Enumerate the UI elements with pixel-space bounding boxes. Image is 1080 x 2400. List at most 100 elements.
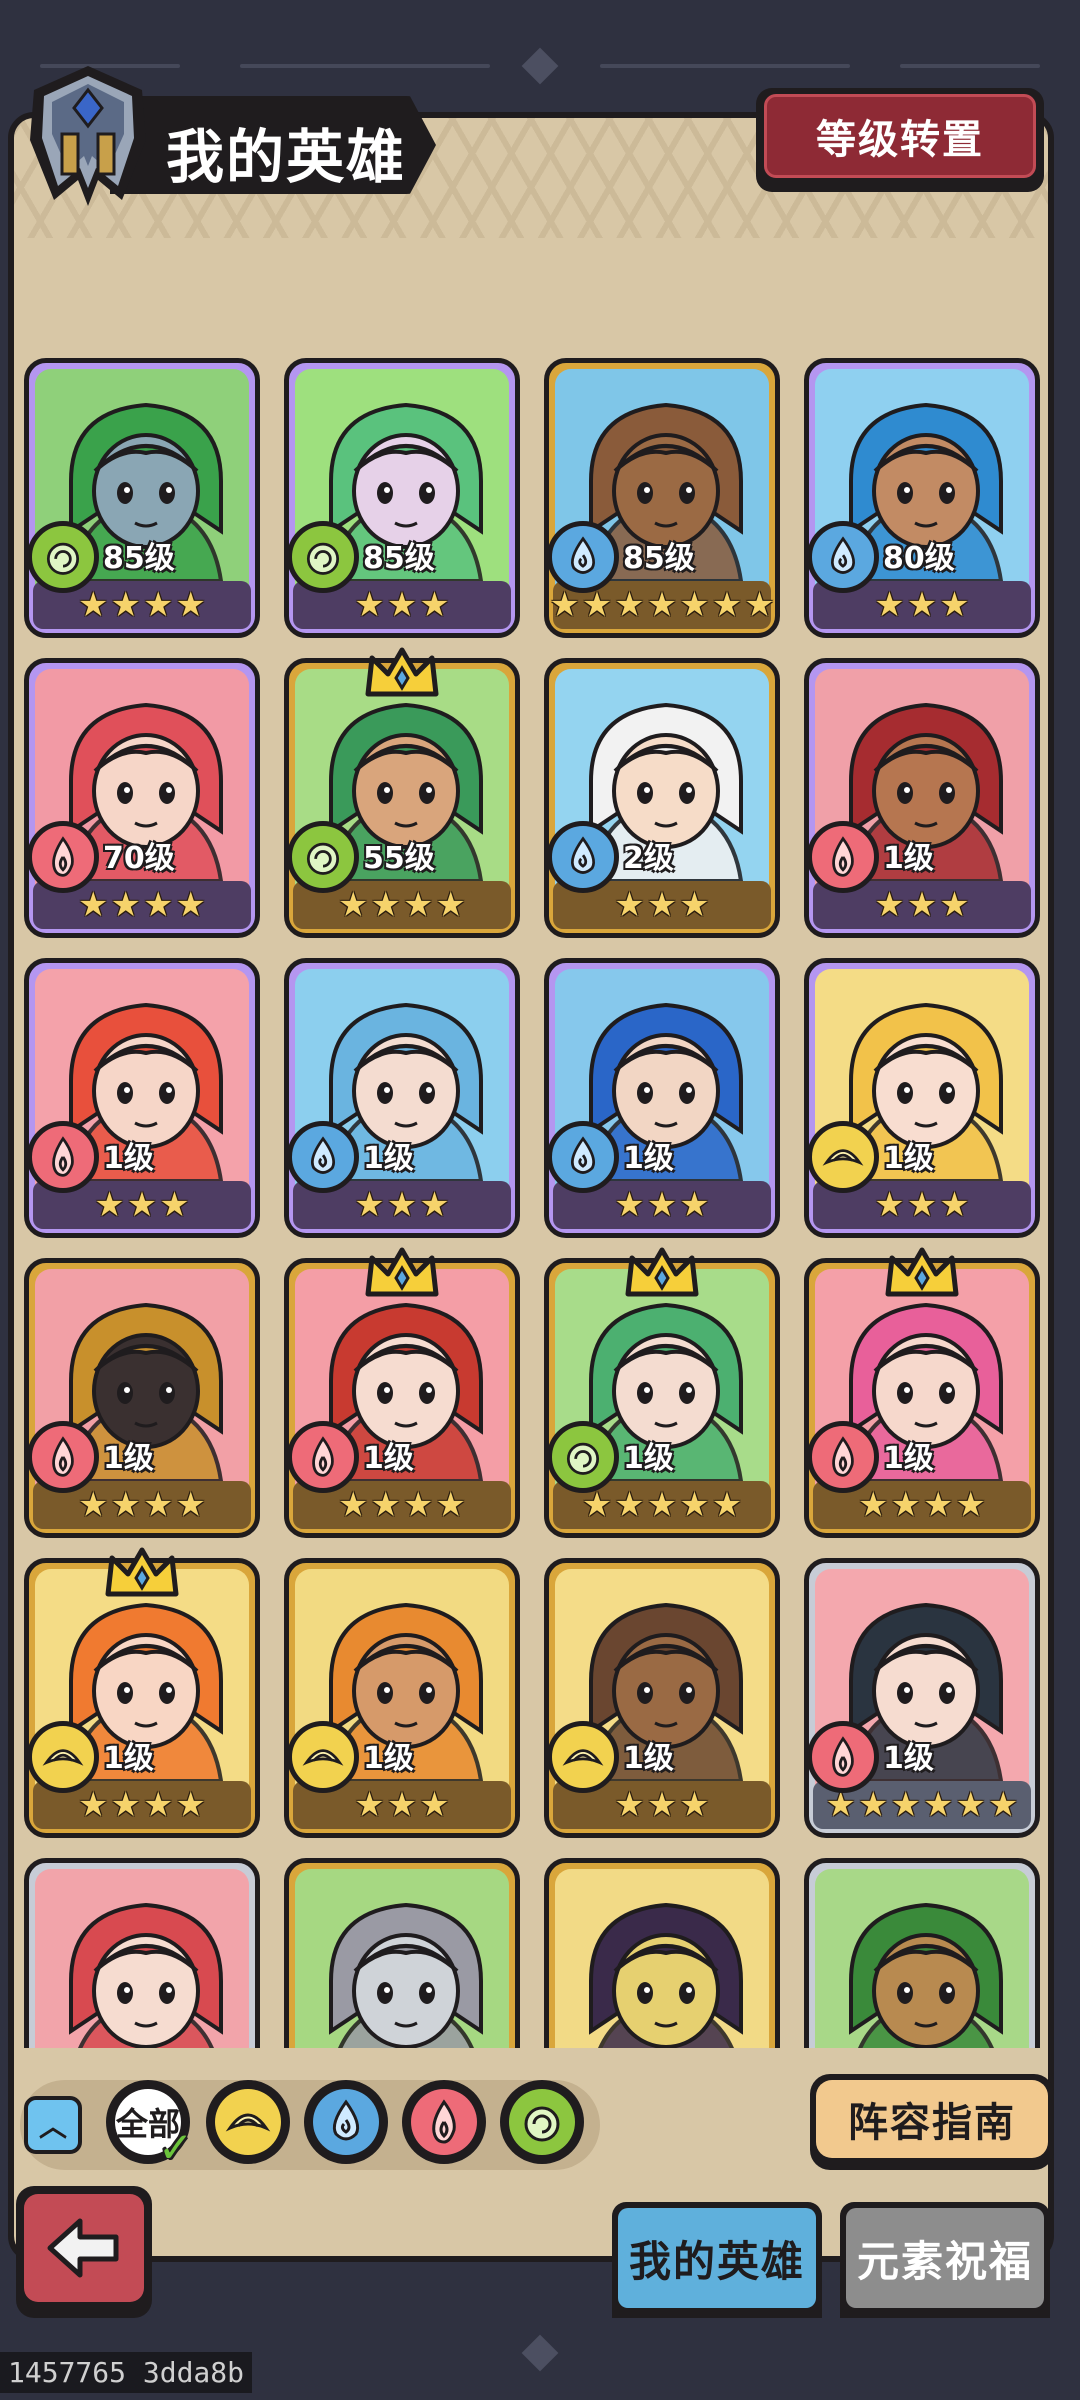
hero-level: 55级 bbox=[363, 841, 435, 876]
star-icon: ★ bbox=[175, 1785, 206, 1825]
star-icon: ★ bbox=[744, 585, 775, 625]
lineup-guide-button[interactable]: 阵容指南 bbox=[810, 2074, 1054, 2170]
light-element-icon bbox=[809, 1121, 879, 1193]
star-icon: ★ bbox=[435, 885, 466, 925]
crown-icon bbox=[105, 1547, 179, 1597]
fire-element-icon bbox=[809, 1721, 879, 1793]
collapse-chevron-up-icon[interactable]: ︿ bbox=[24, 2096, 82, 2154]
hero-level: 85级 bbox=[103, 541, 175, 576]
hero-level: 1级 bbox=[883, 1141, 934, 1176]
hero-level: 1级 bbox=[623, 1441, 674, 1476]
tab-my-heroes[interactable]: 我的英雄 bbox=[612, 2202, 822, 2318]
hero-card[interactable]: ★ ★ ★ ★ 1级 bbox=[24, 1558, 260, 1838]
hero-card[interactable]: ★ ★ ★ 2级 bbox=[544, 658, 780, 938]
hero-level: 85级 bbox=[363, 541, 435, 576]
hero-card[interactable]: ★ ★ ★ ★ ★ 1级 bbox=[544, 1258, 780, 1538]
star-icon: ★ bbox=[143, 885, 174, 925]
fire-element-icon bbox=[289, 1421, 359, 1493]
build-id: 1457765 3dda8b bbox=[0, 2352, 253, 2393]
star-icon: ★ bbox=[679, 585, 710, 625]
filter-fire-button[interactable] bbox=[402, 2080, 486, 2164]
fire-element-icon bbox=[29, 1421, 99, 1493]
star-icon: ★ bbox=[955, 1485, 986, 1525]
crown-icon bbox=[625, 1247, 699, 1297]
hero-card[interactable]: ★ ★ ★ ★ 1级 bbox=[284, 1258, 520, 1538]
hero-card[interactable]: ★ ★ ★ 1级 bbox=[544, 1558, 780, 1838]
star-icon: ★ bbox=[646, 585, 678, 625]
hero-card[interactable]: ★ ★ ★ 85级 bbox=[284, 358, 520, 638]
star-icon: ★ bbox=[110, 885, 141, 925]
level-reset-button[interactable]: 等级转置 bbox=[756, 88, 1044, 192]
water-element-icon bbox=[549, 1121, 619, 1193]
hero-card[interactable] bbox=[804, 1858, 1040, 2048]
star-icon: ★ bbox=[874, 1185, 905, 1225]
star-icon: ★ bbox=[646, 1785, 678, 1825]
hero-card[interactable]: ★ ★ ★ 1级 bbox=[24, 958, 260, 1238]
hero-level: 1级 bbox=[883, 841, 934, 876]
back-button[interactable] bbox=[16, 2186, 152, 2318]
hero-card[interactable]: ★ ★ ★ 80级 bbox=[804, 358, 1040, 638]
star-icon: ★ bbox=[435, 1485, 466, 1525]
star-icon: ★ bbox=[939, 585, 970, 625]
level-reset-label: 等级转置 bbox=[764, 94, 1036, 178]
star-icon: ★ bbox=[386, 585, 418, 625]
water-element-icon bbox=[549, 821, 619, 893]
star-icon: ★ bbox=[646, 1485, 678, 1525]
star-icon: ★ bbox=[159, 1185, 190, 1225]
hero-card[interactable]: ★ ★ ★ ★ 1级 bbox=[804, 1258, 1040, 1538]
helmet-icon bbox=[30, 66, 146, 206]
star-icon: ★ bbox=[923, 1785, 954, 1825]
star-icon: ★ bbox=[581, 1485, 613, 1525]
hero-card[interactable] bbox=[284, 1858, 520, 2048]
tab-my-heroes-label: 我的英雄 bbox=[618, 2208, 816, 2308]
nature-element-icon bbox=[29, 521, 99, 593]
hero-card[interactable]: ★ ★ ★ ★ 85级 bbox=[24, 358, 260, 638]
lineup-guide-label: 阵容指南 bbox=[816, 2080, 1048, 2158]
star-icon: ★ bbox=[679, 885, 710, 925]
hero-card[interactable]: ★ ★ ★ 1级 bbox=[804, 658, 1040, 938]
hero-level: 1级 bbox=[103, 1141, 154, 1176]
star-icon: ★ bbox=[338, 885, 369, 925]
hero-card[interactable] bbox=[544, 1858, 780, 2048]
hero-card[interactable] bbox=[24, 1858, 260, 2048]
hero-card[interactable]: ★ ★ ★ ★ ★ ★ ★ 85级 bbox=[544, 358, 780, 638]
hero-card[interactable]: ★ ★ ★ 1级 bbox=[804, 958, 1040, 1238]
nature-element-icon bbox=[549, 1421, 619, 1493]
filter-light-button[interactable] bbox=[206, 2080, 290, 2164]
hero-card[interactable]: ★ ★ ★ ★ 55级 bbox=[284, 658, 520, 938]
filter-nature-button[interactable] bbox=[500, 2080, 584, 2164]
fire-element-icon bbox=[809, 1421, 879, 1493]
star-icon: ★ bbox=[614, 1485, 645, 1525]
star-icon: ★ bbox=[679, 1785, 710, 1825]
star-icon: ★ bbox=[419, 1785, 450, 1825]
hero-card[interactable]: ★ ★ ★ 1级 bbox=[284, 958, 520, 1238]
fire-element-icon bbox=[29, 1121, 99, 1193]
hero-portrait bbox=[329, 1902, 483, 2048]
hero-card[interactable]: ★ ★ ★ 1级 bbox=[284, 1558, 520, 1838]
hero-portrait bbox=[69, 1902, 223, 2048]
star-icon: ★ bbox=[370, 885, 401, 925]
star-icon: ★ bbox=[581, 585, 613, 625]
star-icon: ★ bbox=[143, 1485, 174, 1525]
hero-level: 1级 bbox=[103, 1741, 154, 1776]
checkmark-icon: ✓ bbox=[158, 2123, 194, 2172]
hero-level: 1级 bbox=[363, 1741, 414, 1776]
hero-card[interactable]: ★ ★ ★ ★ ★ ★ 1级 bbox=[804, 1558, 1040, 1838]
star-icon: ★ bbox=[78, 1485, 109, 1525]
water-element-icon bbox=[313, 2089, 379, 2155]
hero-card[interactable]: ★ ★ ★ ★ 1级 bbox=[24, 1258, 260, 1538]
tab-element-blessing[interactable]: 元素祝福 bbox=[840, 2202, 1050, 2318]
filter-all-button[interactable]: 全部 ✓ bbox=[106, 2080, 193, 2169]
fire-element-icon bbox=[411, 2089, 477, 2155]
hero-card[interactable]: ★ ★ ★ ★ 70级 bbox=[24, 658, 260, 938]
crown-icon bbox=[365, 647, 439, 697]
star-icon: ★ bbox=[890, 1485, 921, 1525]
nature-element-icon bbox=[509, 2089, 575, 2155]
nature-element-icon bbox=[289, 821, 359, 893]
star-icon: ★ bbox=[354, 585, 385, 625]
light-element-icon bbox=[549, 1721, 619, 1793]
filter-water-button[interactable] bbox=[304, 2080, 388, 2164]
hero-card[interactable]: ★ ★ ★ 1级 bbox=[544, 958, 780, 1238]
star-icon: ★ bbox=[711, 1485, 743, 1525]
star-icon: ★ bbox=[370, 1485, 401, 1525]
